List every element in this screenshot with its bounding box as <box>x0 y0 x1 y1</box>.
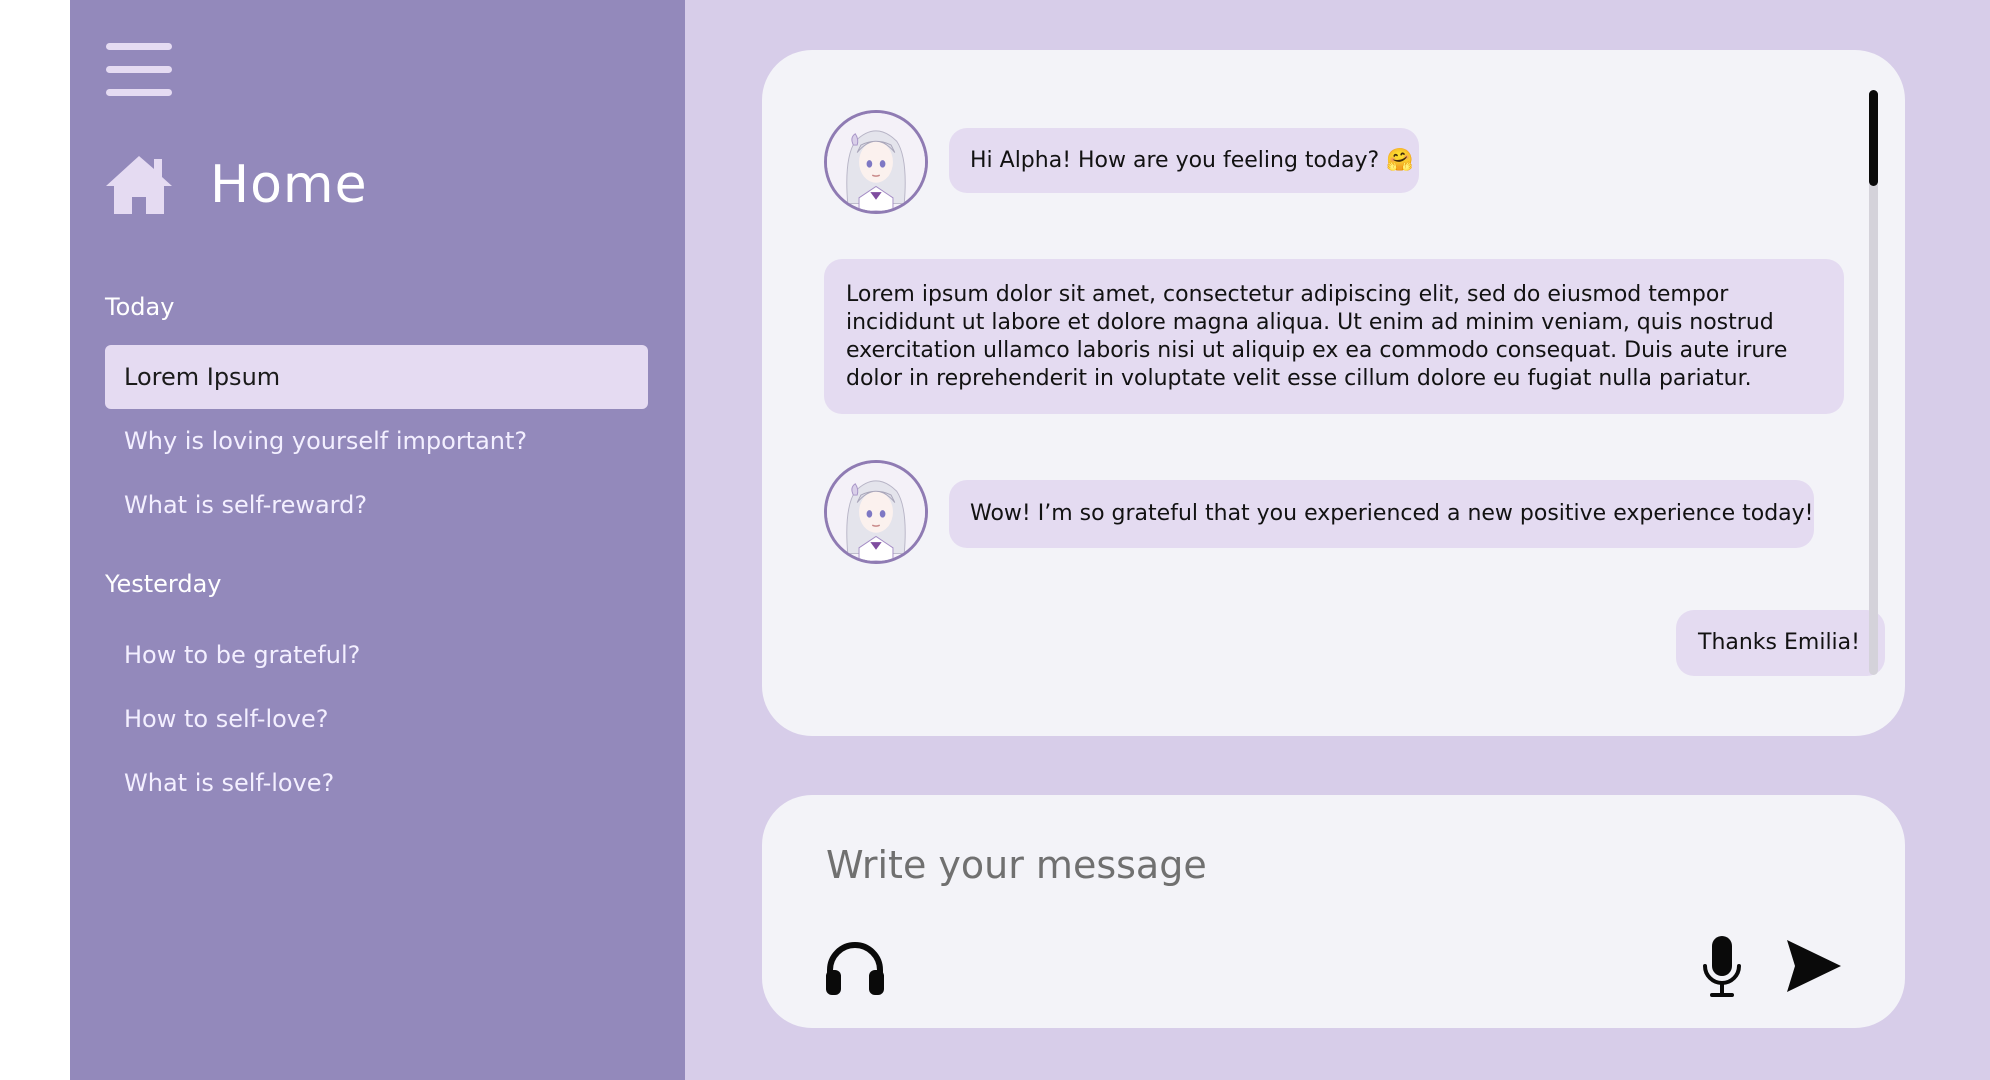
app-window: Home Today Lorem Ipsum Why is loving you… <box>70 0 1990 1080</box>
send-icon[interactable] <box>1785 938 1843 994</box>
chat-message: Thanks Emilia! <box>1676 610 1885 676</box>
home-label: Home <box>210 155 368 215</box>
chat-transcript: Hi Alpha! How are you feeling today? 🤗 L… <box>762 50 1905 736</box>
microphone-icon[interactable] <box>1702 936 1742 998</box>
history-item-why-loving-yourself[interactable]: Why is loving yourself important? <box>105 409 648 473</box>
chat-message: Hi Alpha! How are you feeling today? 🤗 <box>949 128 1419 193</box>
character-avatar-icon <box>824 110 928 214</box>
chat-scrollbar[interactable] <box>1869 90 1878 675</box>
message-composer <box>762 795 1905 1028</box>
history-item-what-self-love[interactable]: What is self-love? <box>105 751 648 815</box>
home-nav-link[interactable]: Home <box>104 150 368 220</box>
history-item-self-reward[interactable]: What is self-reward? <box>105 473 648 537</box>
chat-message: Lorem ipsum dolor sit amet, consectetur … <box>824 259 1844 414</box>
history-item-be-grateful[interactable]: How to be grateful? <box>105 623 648 687</box>
main-panel: Hi Alpha! How are you feeling today? 🤗 L… <box>685 0 1990 1080</box>
hamburger-menu-icon[interactable] <box>106 43 172 97</box>
home-icon <box>106 156 172 214</box>
chat-message: Wow! I’m so grateful that you experience… <box>949 480 1814 548</box>
message-input[interactable] <box>824 835 1724 895</box>
sidebar: Home Today Lorem Ipsum Why is loving you… <box>70 0 685 1080</box>
headphones-icon[interactable] <box>824 938 886 996</box>
yesterday-list: How to be grateful? How to self-love? Wh… <box>105 623 648 815</box>
history-item-how-self-love[interactable]: How to self-love? <box>105 687 648 751</box>
character-avatar-icon <box>824 460 928 564</box>
today-list: Lorem Ipsum Why is loving yourself impor… <box>105 345 648 537</box>
section-title-yesterday: Yesterday <box>105 570 222 598</box>
section-title-today: Today <box>105 293 175 321</box>
history-item-lorem-ipsum[interactable]: Lorem Ipsum <box>105 345 648 409</box>
chat-scrollbar-thumb[interactable] <box>1869 90 1878 186</box>
